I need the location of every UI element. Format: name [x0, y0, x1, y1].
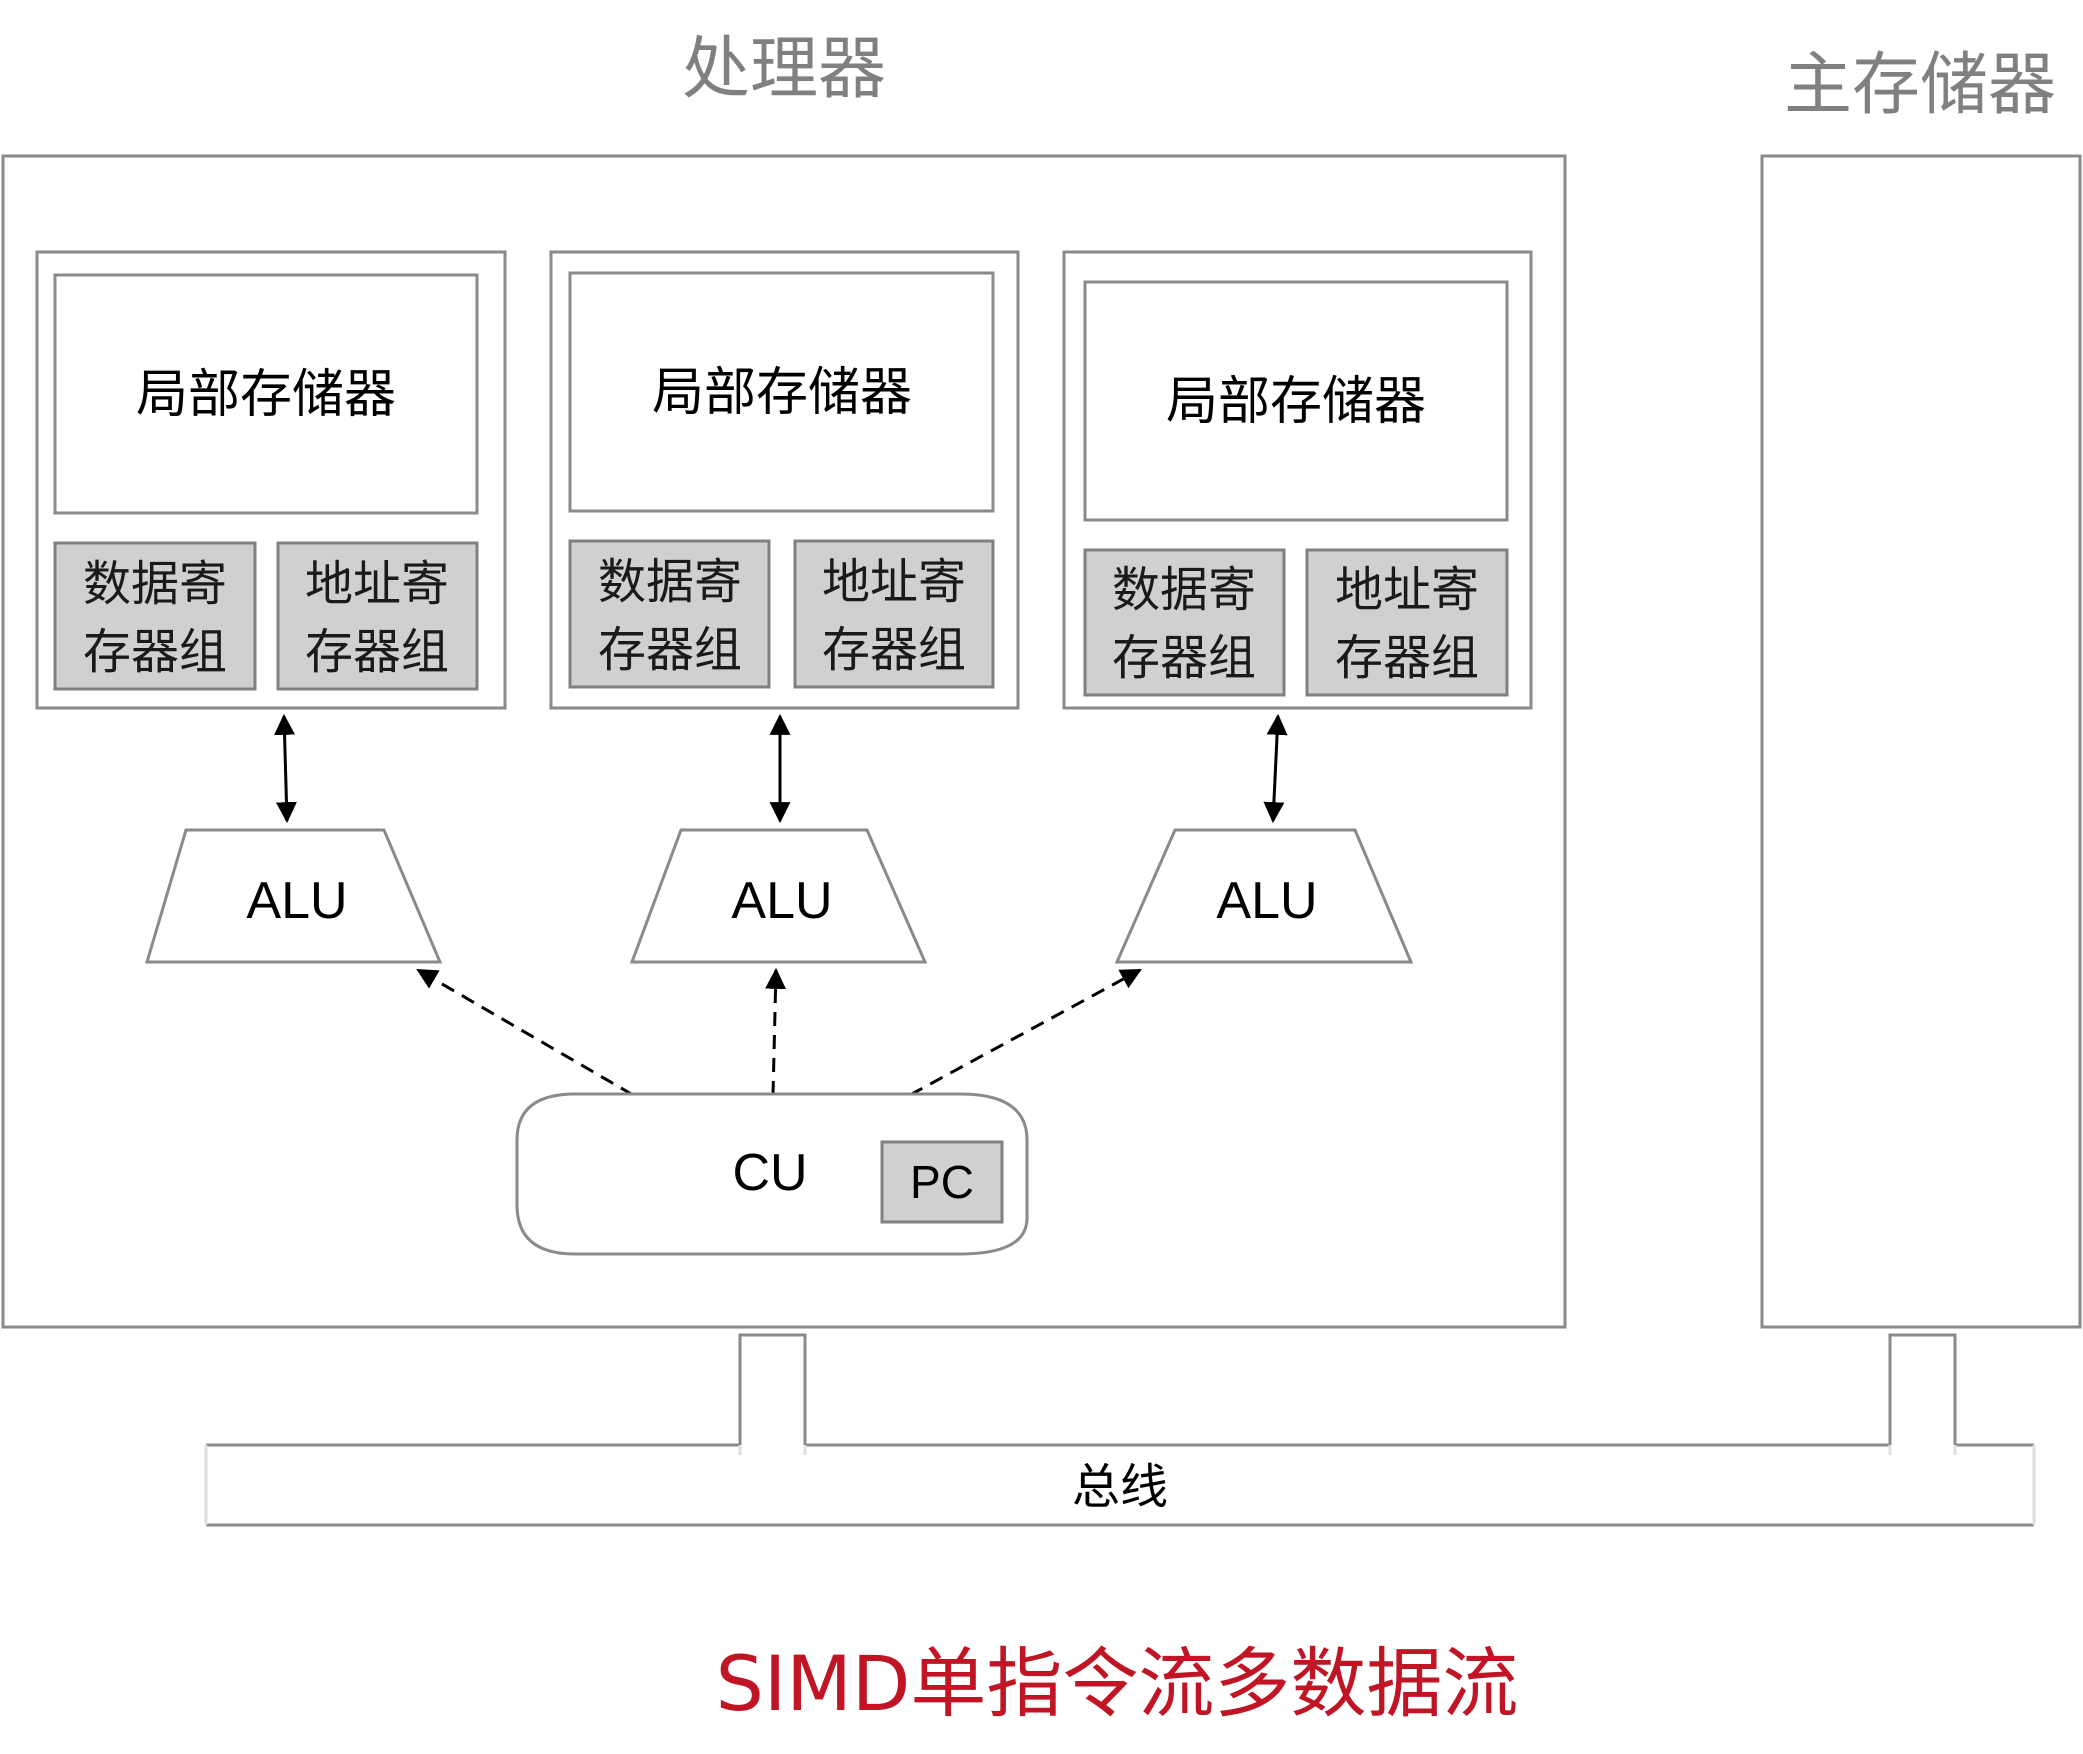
address-register-1-line1: 地址寄 [305, 556, 449, 612]
data-register-1-line2: 存器组 [83, 624, 227, 680]
data-register-3-line2: 存器组 [1112, 630, 1256, 686]
address-register-3-line1: 地址寄 [1335, 562, 1479, 618]
data-register-1-line1: 数据寄 [83, 556, 227, 612]
processing-element-3: 局部存储器 数据寄 存器组 地址寄 存器组 [1062, 250, 1533, 710]
processor-heading: 处理器 [682, 30, 886, 109]
data-register-3-line1: 数据寄 [1112, 562, 1256, 618]
alu-1-label: ALU [246, 872, 347, 930]
data-register-2-line2: 存器组 [598, 622, 742, 678]
local-memory-2-label: 局部存储器 [652, 363, 912, 423]
bus-top-edge [206, 1333, 2034, 1447]
local-memory-1-label: 局部存储器 [136, 365, 396, 425]
address-register-3-line2: 存器组 [1335, 630, 1479, 686]
main-memory-box [1760, 154, 2082, 1329]
diagram-title: SIMD单指令流多数据流 [716, 1639, 1519, 1728]
system-bus: 总线 [204, 1333, 2036, 1527]
address-register-2-line1: 地址寄 [822, 554, 966, 610]
data-register-2-line1: 数据寄 [598, 554, 742, 610]
alu-3-label: ALU [1216, 872, 1317, 930]
main-memory-heading: 主存储器 [1784, 46, 2056, 125]
processing-element-1: 局部存储器 数据寄 存器组 地址寄 存器组 [35, 250, 507, 710]
processing-element-2: 局部存储器 数据寄 存器组 地址寄 存器组 [549, 250, 1020, 710]
simd-diagram: 处理器 主存储器 局部存储器 数据寄 存器组 地址寄 存器组 局部存储器 数据寄… [1, 30, 2082, 1728]
address-register-1-line2: 存器组 [305, 624, 449, 680]
bus-label: 总线 [1072, 1459, 1168, 1515]
program-counter-label: PC [910, 1156, 974, 1208]
address-register-2-line2: 存器组 [822, 622, 966, 678]
control-unit-label: CU [732, 1144, 807, 1202]
local-memory-3-label: 局部存储器 [1166, 372, 1426, 432]
alu-2-label: ALU [731, 872, 832, 930]
